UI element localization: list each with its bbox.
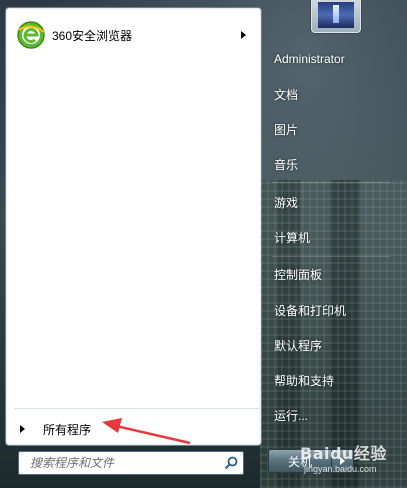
right-item-devices-printers[interactable]: 设备和打印机 — [268, 296, 398, 324]
right-item-help-support[interactable]: 帮助和支持 — [268, 366, 398, 394]
all-programs-button[interactable]: 所有程序 — [16, 416, 256, 442]
all-programs-label: 所有程序 — [43, 422, 92, 437]
user-picture[interactable] — [311, 0, 361, 33]
right-item-default-programs[interactable]: 默认程序 — [268, 331, 398, 359]
right-item-control-panel[interactable]: 控制面板 — [268, 260, 398, 288]
watermark-brand: Baidu经验 — [300, 444, 387, 463]
search-box[interactable] — [18, 451, 244, 475]
baidu-watermark: Baidu经验 jingyan.baidu.com — [300, 432, 400, 482]
search-input[interactable] — [19, 455, 223, 471]
360-browser-icon — [17, 21, 45, 49]
search-icon[interactable] — [223, 455, 239, 471]
right-item-pictures[interactable]: 图片 — [268, 115, 398, 143]
pinned-program-360-browser[interactable]: 360安全浏览器 — [10, 16, 256, 54]
divider — [272, 256, 390, 257]
divider — [272, 182, 390, 183]
triangle-right-icon — [20, 425, 25, 433]
watermark-url: jingyan.baidu.com — [304, 464, 377, 474]
right-item-administrator[interactable]: Administrator — [268, 45, 398, 73]
right-item-games[interactable]: 游戏 — [268, 188, 398, 216]
right-item-computer[interactable]: 计算机 — [268, 223, 398, 251]
pinned-program-label: 360安全浏览器 — [52, 28, 133, 43]
right-item-music[interactable]: 音乐 — [268, 150, 398, 178]
submenu-arrow-icon[interactable] — [241, 31, 246, 39]
right-item-documents[interactable]: 文档 — [268, 80, 398, 108]
start-menu-left-panel: 360安全浏览器 所有程序 — [5, 7, 262, 446]
right-item-run[interactable]: 运行... — [268, 401, 398, 429]
divider — [14, 408, 259, 409]
user-picture-image — [318, 2, 354, 28]
